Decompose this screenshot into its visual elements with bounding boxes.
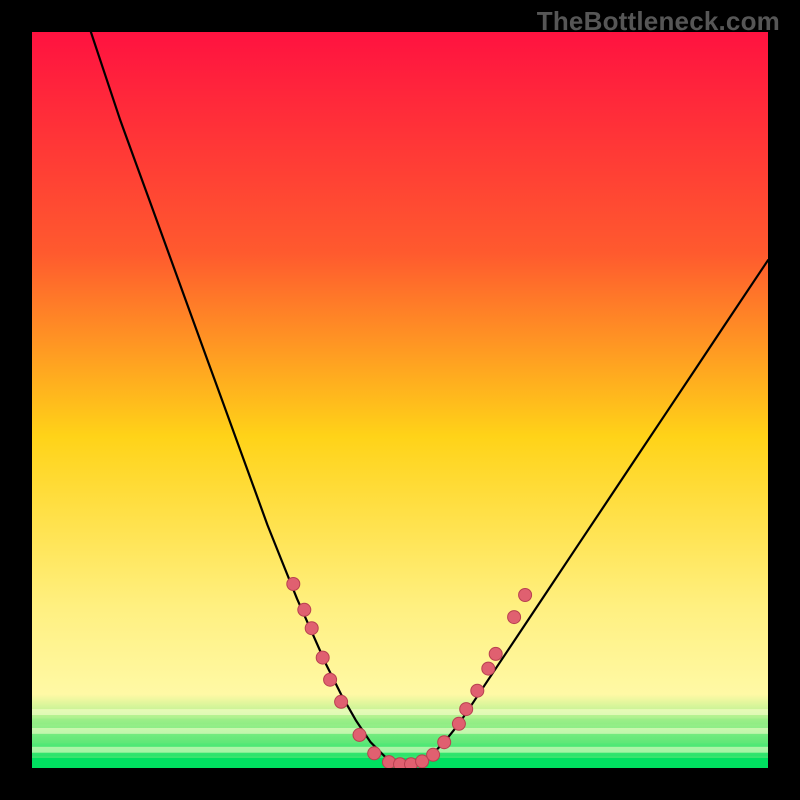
bottleneck-chart (32, 32, 768, 768)
chart-frame: TheBottleneck.com (0, 0, 800, 800)
plot-area (32, 32, 768, 768)
